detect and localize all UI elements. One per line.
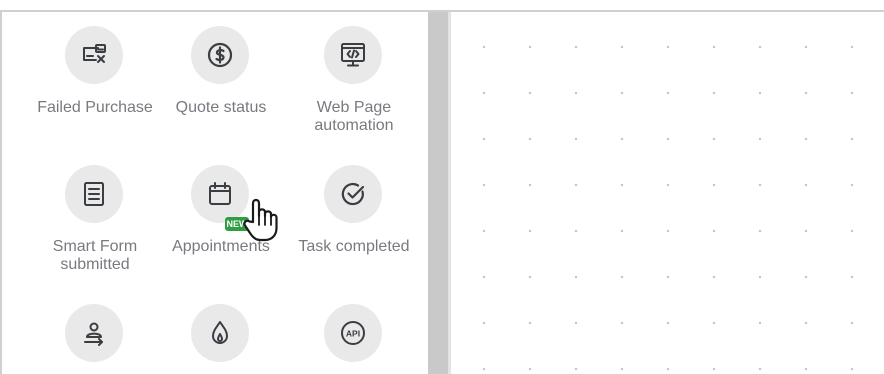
dollar-icon <box>191 26 249 84</box>
trigger-label: Web Page automation <box>314 99 394 134</box>
trigger-label: Quote status <box>175 99 267 116</box>
failed-purchase-icon <box>65 26 123 84</box>
trigger-label: Task completed <box>298 238 410 255</box>
hand-pointer-icon <box>243 198 278 242</box>
person-arrow-icon <box>65 304 123 362</box>
workflow-canvas[interactable] <box>451 12 884 374</box>
trigger-panel: Failed Purchase Quote status Web Page au… <box>2 12 428 374</box>
api-icon: API <box>324 304 382 362</box>
api-icon-text: API <box>346 329 360 339</box>
flame-icon <box>191 304 249 362</box>
web-code-icon <box>324 26 382 84</box>
panel-resize-handle[interactable] <box>428 12 448 374</box>
trigger-label: Failed Purchase <box>37 99 153 116</box>
automation-builder: Failed Purchase Quote status Web Page au… <box>0 0 884 374</box>
check-icon <box>324 165 382 223</box>
trigger-label: Smart Form submitted <box>52 238 138 273</box>
form-icon <box>65 165 123 223</box>
